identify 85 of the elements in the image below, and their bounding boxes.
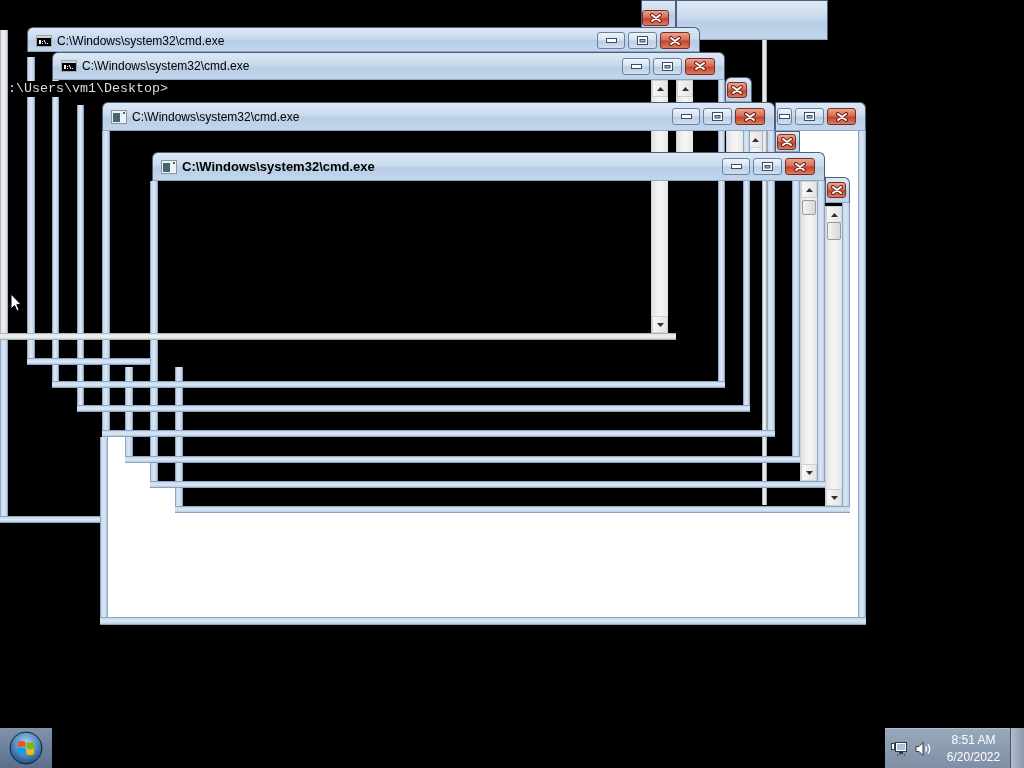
caret-down-icon xyxy=(805,470,813,475)
title-bar[interactable]: C:\Windows\system32\cmd.exe xyxy=(52,52,725,80)
caret-down-icon xyxy=(830,495,838,500)
console-icon xyxy=(61,60,77,72)
minimize-icon xyxy=(630,63,642,69)
close-button[interactable] xyxy=(827,108,856,125)
window-title: C:\Windows\system32\cmd.exe xyxy=(82,58,250,74)
minimize-icon xyxy=(680,114,692,119)
caret-up-icon xyxy=(830,212,838,217)
scrollbar[interactable] xyxy=(676,80,693,102)
minimize-button[interactable] xyxy=(722,158,750,175)
minimize-icon xyxy=(779,114,790,119)
title-bar[interactable] xyxy=(641,0,676,28)
show-desktop-button[interactable] xyxy=(1010,728,1024,768)
close-icon xyxy=(649,13,662,23)
minimize-button[interactable] xyxy=(777,108,792,125)
console-icon xyxy=(36,34,52,47)
maximize-icon xyxy=(637,36,648,45)
close-button[interactable] xyxy=(660,32,690,49)
maximize-button[interactable] xyxy=(653,57,682,75)
monitor-icon[interactable] xyxy=(891,740,908,757)
scrollbar[interactable] xyxy=(651,181,668,333)
caret-down-icon xyxy=(656,322,664,327)
close-icon xyxy=(835,111,848,122)
caret-up-icon xyxy=(656,86,664,91)
maximize-icon xyxy=(804,112,815,121)
scroll-down-button[interactable] xyxy=(826,489,842,506)
close-button[interactable] xyxy=(727,81,747,98)
minimize-button[interactable] xyxy=(622,57,650,75)
window-title: C:\Windows\system32\cmd.exe xyxy=(182,158,375,175)
speaker-icon[interactable] xyxy=(915,740,932,757)
scrollbar[interactable] xyxy=(651,80,668,102)
close-button[interactable] xyxy=(827,182,846,198)
close-button[interactable] xyxy=(642,10,669,26)
title-bar[interactable] xyxy=(775,102,866,131)
maximize-icon xyxy=(762,162,773,171)
maximize-button[interactable] xyxy=(628,32,657,49)
minimize-button[interactable] xyxy=(597,32,625,49)
maximize-icon xyxy=(712,112,723,121)
scrollbar[interactable] xyxy=(651,131,668,152)
close-button[interactable] xyxy=(685,57,715,75)
close-icon xyxy=(794,161,806,172)
minimize-icon xyxy=(730,164,742,169)
window-title: C:\Windows\system32\cmd.exe xyxy=(57,32,225,49)
scroll-down-button[interactable] xyxy=(652,316,668,333)
scroll-up-button[interactable] xyxy=(677,80,693,97)
maximize-button[interactable] xyxy=(795,108,824,125)
scrollbar-thumb[interactable] xyxy=(802,200,816,215)
close-icon xyxy=(694,61,706,71)
scroll-down-button[interactable] xyxy=(801,464,817,481)
close-button[interactable] xyxy=(785,158,815,175)
window-icon xyxy=(111,109,127,124)
title-bar[interactable]: C:\Windows\system32\cmd.exe xyxy=(152,152,825,181)
scrollbar[interactable] xyxy=(676,131,693,152)
minimize-icon xyxy=(605,38,617,43)
close-icon xyxy=(731,84,743,95)
title-bar[interactable] xyxy=(725,77,752,102)
close-icon xyxy=(669,35,681,46)
scroll-up-button[interactable] xyxy=(801,181,817,198)
minimize-button[interactable] xyxy=(672,108,700,125)
title-bar[interactable] xyxy=(825,177,850,203)
scrollbar[interactable] xyxy=(825,206,842,506)
scrollbar-thumb[interactable] xyxy=(827,222,841,240)
title-bar[interactable]: C:\Windows\system32\cmd.exe xyxy=(102,102,775,131)
caret-up-icon xyxy=(805,187,813,192)
close-icon xyxy=(780,136,793,147)
mouse-pointer-icon xyxy=(10,293,22,312)
scroll-up-button[interactable] xyxy=(652,80,668,97)
close-button[interactable] xyxy=(735,108,765,125)
maximize-button[interactable] xyxy=(703,108,732,125)
window-icon xyxy=(161,159,177,174)
title-bar[interactable]: C:\Windows\system32\cmd.exe xyxy=(27,27,700,52)
caret-up-icon xyxy=(681,86,689,91)
orb-icon xyxy=(9,731,43,765)
close-icon xyxy=(830,185,843,195)
console-text: :\Users\vm1\Desktop> xyxy=(8,81,168,97)
scrollbar[interactable] xyxy=(726,131,743,152)
maximize-button[interactable] xyxy=(753,158,782,175)
scroll-up-button[interactable] xyxy=(826,206,842,223)
caret-up-icon xyxy=(751,137,759,142)
scrollbar[interactable] xyxy=(800,181,817,481)
window-title: C:\Windows\system32\cmd.exe xyxy=(132,108,300,125)
maximize-icon xyxy=(662,61,673,71)
start-button[interactable] xyxy=(0,728,52,768)
close-icon xyxy=(744,111,756,122)
